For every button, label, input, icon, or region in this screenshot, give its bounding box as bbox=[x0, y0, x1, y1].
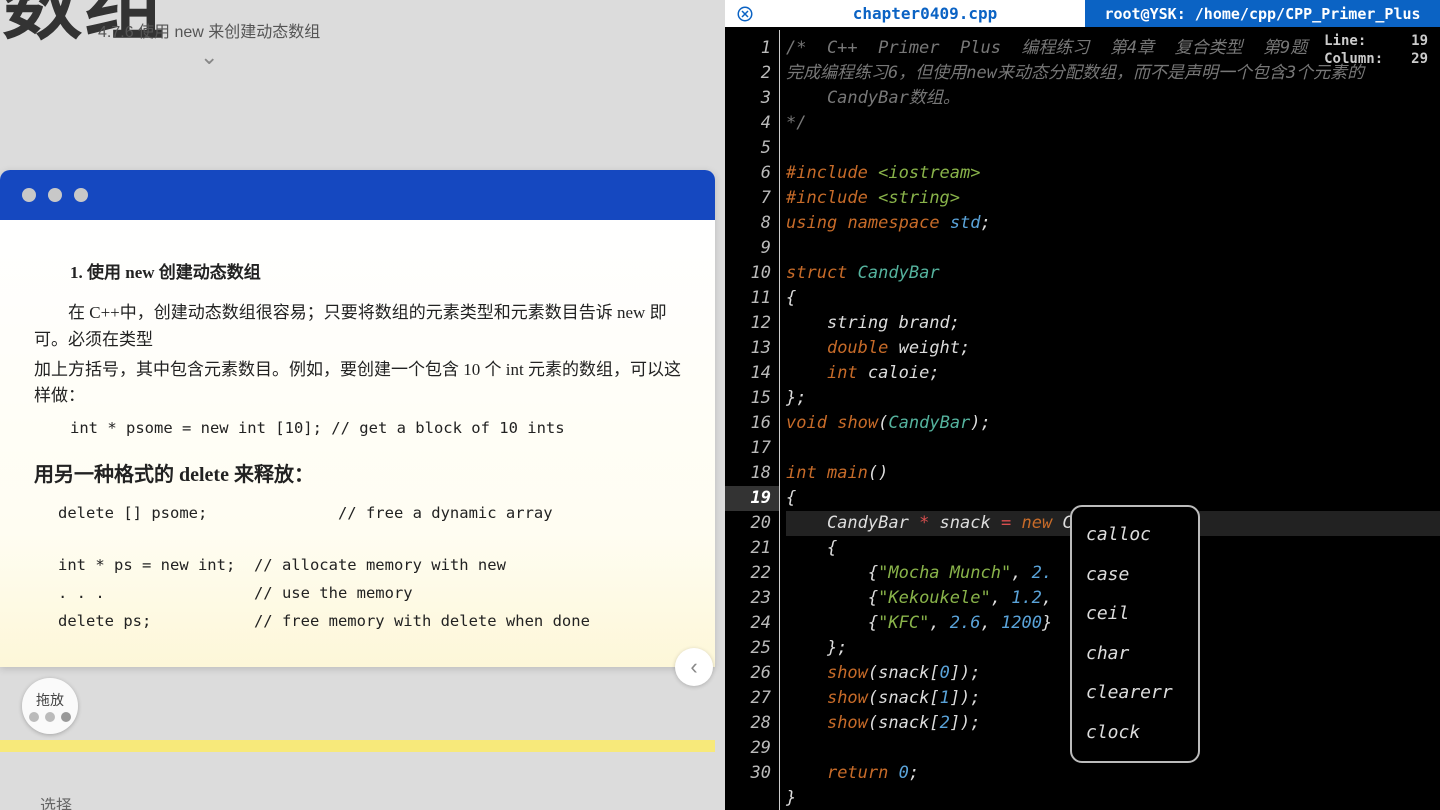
tab-bar: chapter0409.cpp root@YSK: /home/cpp/CPP_… bbox=[725, 0, 1440, 27]
chevron-left-button[interactable]: ‹ bbox=[675, 648, 713, 686]
editor-pane: chapter0409.cpp root@YSK: /home/cpp/CPP_… bbox=[725, 0, 1440, 810]
tab-path[interactable]: root@YSK: /home/cpp/CPP_Primer_Plus bbox=[1085, 0, 1440, 27]
autocomplete-item[interactable]: char bbox=[1086, 634, 1184, 674]
card-body: 1. 使用 new 创建动态数组 在 C++中，创建动态数组很容易；只要将数组的… bbox=[0, 220, 715, 667]
autocomplete-item[interactable]: clearerr bbox=[1086, 673, 1184, 713]
drag-label: 拖放 bbox=[36, 690, 64, 710]
window-dot-icon bbox=[74, 188, 88, 202]
window-dot-icon bbox=[22, 188, 36, 202]
dot-icon bbox=[45, 712, 55, 722]
footer-label: 选择 bbox=[40, 792, 72, 810]
drag-badge[interactable]: 拖放 bbox=[22, 678, 78, 734]
card-p: 加上方括号，其中包含元素数目。例如，要创建一个包含 10 个 int 元素的数组… bbox=[34, 357, 685, 410]
autocomplete-item[interactable]: ceil bbox=[1086, 594, 1184, 634]
autocomplete-popup[interactable]: calloc case ceil char clearerr clock bbox=[1070, 505, 1200, 763]
code-line: delete ps; // free memory with delete wh… bbox=[58, 609, 685, 633]
chevron-down-icon[interactable]: ⌄ bbox=[200, 44, 218, 70]
code-line: . . . // use the memory bbox=[58, 581, 685, 605]
close-circle-icon bbox=[736, 5, 754, 23]
code-line: delete [] psome; // free a dynamic array bbox=[58, 501, 685, 525]
autocomplete-item[interactable]: case bbox=[1086, 555, 1184, 595]
yellow-divider bbox=[0, 740, 715, 752]
card-titlebar bbox=[0, 170, 715, 220]
code-line: int * ps = new int; // allocate memory w… bbox=[58, 553, 685, 577]
book-subtitle: 4.7.6 使用 new 来创建动态数组 bbox=[98, 18, 320, 42]
dot-icon bbox=[61, 712, 71, 722]
card-h1: 1. 使用 new 创建动态数组 bbox=[34, 260, 685, 286]
tab-filename[interactable]: chapter0409.cpp bbox=[765, 0, 1085, 27]
dot-icon bbox=[29, 712, 39, 722]
card-p: 在 C++中，创建动态数组很容易；只要将数组的元素类型和元素数目告诉 new 即… bbox=[34, 300, 685, 353]
book-pane: 态数组 4.7.6 使用 new 来创建动态数组 ⌄ 1. 使用 new 创建动… bbox=[0, 0, 725, 810]
gutter: 1234567891011121314151617181920212223242… bbox=[725, 30, 780, 810]
card-subhead: 用另一种格式的 delete 来释放： bbox=[34, 460, 685, 491]
code-line: int * psome = new int [10]; // get a blo… bbox=[70, 416, 685, 440]
autocomplete-item[interactable]: clock bbox=[1086, 713, 1184, 753]
autocomplete-item[interactable]: calloc bbox=[1086, 515, 1184, 555]
window-dot-icon bbox=[48, 188, 62, 202]
book-card: 1. 使用 new 创建动态数组 在 C++中，创建动态数组很容易；只要将数组的… bbox=[0, 170, 715, 667]
close-tab-button[interactable] bbox=[725, 0, 765, 27]
